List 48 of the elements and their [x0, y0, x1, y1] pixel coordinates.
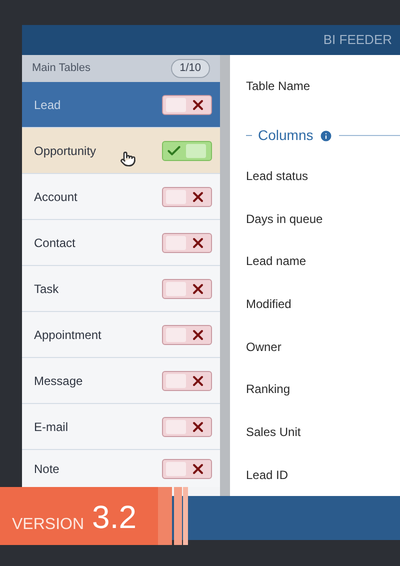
toggle-handle[interactable] [186, 144, 206, 158]
count-badge: 1/10 [170, 59, 210, 78]
toggle-switch[interactable] [162, 232, 212, 252]
window-title: BI FEEDER [323, 31, 392, 50]
field-label: Ranking [246, 381, 290, 398]
field-label: Sales Unit [246, 424, 301, 441]
item-label: Message [34, 372, 83, 390]
field-label: Modified [246, 296, 292, 313]
toggle-handle[interactable] [166, 190, 186, 204]
sidebar-item[interactable]: Opportunity [22, 128, 220, 174]
toggle-switch[interactable] [162, 416, 212, 436]
hand-cursor-icon [120, 151, 136, 167]
toggle-switch[interactable] [162, 324, 212, 344]
toggle-handle[interactable] [166, 374, 186, 388]
field-label: Lead name [246, 253, 306, 270]
section-title: Columns [258, 126, 314, 146]
info-icon[interactable] [319, 128, 334, 143]
item-label: Contact [34, 234, 76, 252]
toggle-handle[interactable] [166, 328, 186, 342]
field-label: Lead ID [246, 466, 288, 484]
toggle-handle[interactable] [166, 98, 186, 112]
scrollbar[interactable] [220, 55, 230, 496]
toggle-handle[interactable] [166, 236, 186, 250]
item-label: Task [34, 280, 59, 298]
item-label: Note [34, 460, 60, 478]
toggle-switch[interactable] [162, 140, 212, 160]
field-label: Owner [246, 338, 282, 356]
banner-stripe-drawing [158, 487, 188, 545]
toggle-switch[interactable] [162, 370, 212, 390]
toggle-handle[interactable] [166, 462, 186, 476]
toggle-handle[interactable] [166, 420, 186, 434]
sidebar-item[interactable]: Lead [22, 82, 220, 128]
toggle-handle[interactable] [166, 282, 186, 296]
item-label: Appointment [34, 326, 102, 344]
item-label: Account [34, 188, 78, 206]
toggle-switch[interactable] [162, 458, 212, 478]
item-label: Opportunity [34, 142, 96, 160]
field-label: Table Name [246, 78, 310, 95]
sidebar-title: Main Tables [32, 61, 90, 76]
field-label: Lead status [246, 168, 308, 185]
item-label: E-mail [34, 418, 68, 436]
toggle-switch[interactable] [162, 278, 212, 298]
item-label: Lead [34, 96, 61, 114]
toggle-switch[interactable] [162, 94, 212, 114]
version-label: VERSION [12, 517, 84, 533]
version-number: 3.2 [92, 501, 136, 533]
toggle-switch[interactable] [162, 186, 212, 206]
field-label: Days in queue [246, 210, 323, 228]
